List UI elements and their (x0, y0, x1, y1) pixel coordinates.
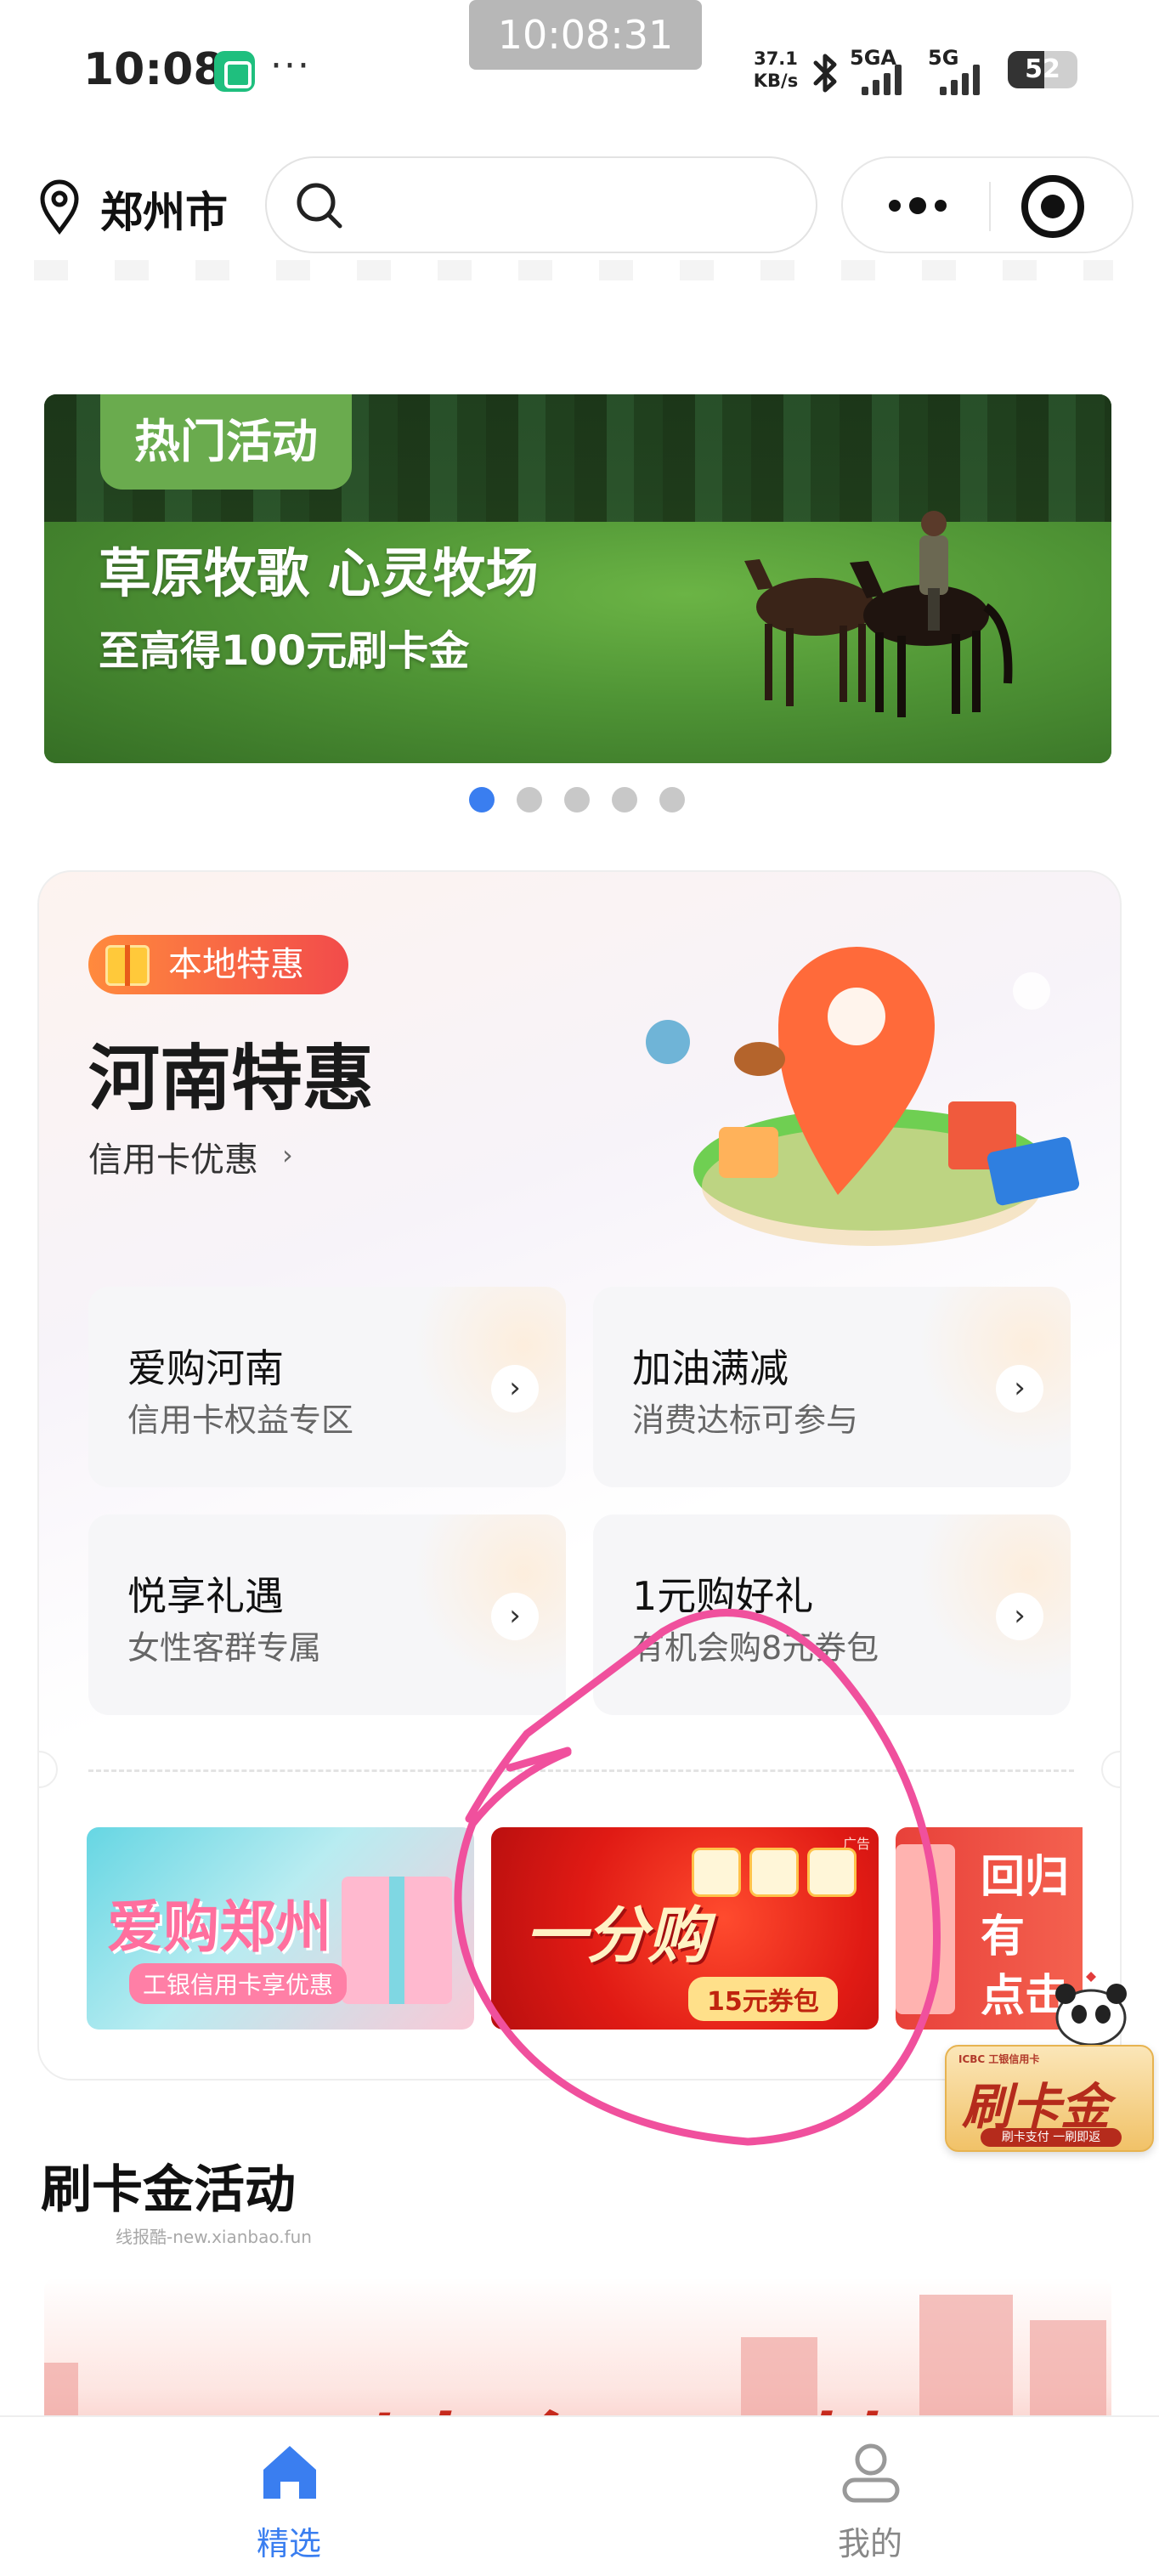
horse-rider-image (744, 511, 1013, 717)
floating-card-subtitle: 刷卡支付 一刷即返 (981, 2128, 1122, 2147)
tab-profile[interactable]: 我的 (743, 2417, 998, 2576)
benefit-subtitle: 消费达标可参与 (632, 1401, 859, 1439)
card-cashback-floating-button[interactable]: ICBC 工银信用卡 刷卡金 刷卡支付 一刷即返 (945, 2045, 1154, 2152)
pagination-dot[interactable] (564, 787, 590, 812)
henan-promo-card: 本地特惠 河南特惠 信用卡优惠 › 爱购河南 信用卡权益专区 › 加油满减 消费… (37, 870, 1122, 2081)
network-speed: 37.1 KB/s (748, 48, 804, 92)
banner-title: 草原牧歌 心灵牧场 (99, 542, 539, 604)
promo-ai-gou-zhengzhou[interactable]: 爱购郑州 工银信用卡享优惠 (87, 1827, 474, 2030)
local-deals-label: 本地特惠 (168, 945, 304, 984)
chevron-right-icon: › (491, 1365, 539, 1413)
network-speed-unit: KB/s (753, 71, 799, 91)
chevron-right-icon: › (996, 1593, 1043, 1640)
home-icon (263, 2446, 316, 2499)
scrolled-content-edge (34, 260, 1113, 280)
close-miniprogram-button[interactable] (1021, 175, 1084, 238)
clock-overlay: 10:08:31 (469, 0, 702, 70)
pagination-dot[interactable] (469, 787, 495, 812)
watermark: 线报酷-new.xianbao.fun (116, 2227, 312, 2247)
henan-title: 河南特惠 (88, 1037, 375, 1120)
tab-label: 精选 (256, 2525, 321, 2562)
benefit-fuel-discount[interactable]: 加油满减 消费达标可参与 › (593, 1287, 1071, 1487)
search-icon (297, 183, 342, 229)
benefit-title: 悦享礼遇 (127, 1573, 284, 1619)
chevron-right-icon: › (282, 1139, 293, 1171)
benefit-subtitle: 女性客群专属 (127, 1629, 322, 1667)
benefit-title: 加油满减 (632, 1345, 789, 1391)
hero-banner[interactable]: 热门活动 草原牧歌 心灵牧场 至高得100元刷卡金 (44, 394, 1111, 763)
app-notification-icon (214, 51, 255, 92)
benefit-subtitle: 有机会购8元券包 (632, 1629, 879, 1667)
miniprogram-capsule (841, 156, 1134, 253)
benefit-title: 爱购河南 (127, 1345, 284, 1391)
app-logos-image (692, 1848, 857, 1897)
pagination-dot[interactable] (612, 787, 637, 812)
signal-sim2-icon: 5G (928, 46, 996, 95)
map-pin-illustration (646, 947, 1080, 1246)
credit-card-offers-link[interactable]: 信用卡优惠 (88, 1132, 258, 1181)
status-time: 10:08 (83, 44, 224, 95)
panda-mascot-icon (1055, 1972, 1127, 2047)
more-options-button[interactable] (867, 170, 969, 241)
location-pin-icon[interactable] (34, 177, 85, 236)
bluetooth-icon (813, 54, 837, 93)
signal-sim1-icon: 5GA (850, 46, 926, 95)
promo-coupon: 15元券包 (688, 1977, 838, 2021)
benefit-women-gift[interactable]: 悦享礼遇 女性客群专属 › (88, 1514, 566, 1715)
status-more-icon: ··· (270, 44, 311, 88)
status-bar: 10:08 ··· 10:08:31 37.1 KB/s 5GA 5G 52 (0, 0, 1159, 144)
battery-level: 52 (1025, 54, 1060, 84)
local-deals-tag: 本地特惠 (88, 935, 348, 994)
red-packet-image (896, 1844, 955, 2014)
tab-featured[interactable]: 精选 (161, 2417, 416, 2576)
section-title: 刷卡金活动 (41, 2160, 296, 2220)
benefit-ai-gou-henan[interactable]: 爱购河南 信用卡权益专区 › (88, 1287, 566, 1487)
hot-activity-tag: 热门活动 (100, 394, 352, 490)
banner-subtitle: 至高得100元刷卡金 (99, 627, 470, 675)
battery-icon: 52 (1008, 51, 1077, 88)
promo-subtitle: 工银信用卡享优惠 (129, 1963, 348, 2004)
card-notch (1101, 1751, 1120, 1788)
pagination-dot[interactable] (517, 787, 542, 812)
dashed-divider (88, 1769, 1074, 1772)
tab-label: 我的 (837, 2525, 902, 2562)
search-input[interactable] (265, 156, 817, 253)
benefit-subtitle: 信用卡权益专区 (127, 1401, 354, 1439)
promo-title: 爱购郑州 (107, 1894, 331, 1960)
icbc-brand: ICBC 工银信用卡 (958, 2053, 1040, 2065)
gift-box-image (342, 1877, 452, 2004)
card-notch (39, 1751, 58, 1788)
top-header: 郑州市 (0, 150, 1159, 260)
promo-one-cent-purchase[interactable]: 广告 一分购 15元券包 (491, 1827, 879, 2030)
user-icon (842, 2443, 900, 2503)
chevron-right-icon: › (491, 1593, 539, 1640)
bottom-tab-bar: 精选 我的 (0, 2415, 1159, 2576)
city-selector[interactable]: 郑州市 (100, 178, 228, 240)
benefit-one-yuan-gift[interactable]: 1元购好礼 有机会购8元券包 › (593, 1514, 1071, 1715)
gift-icon (105, 945, 150, 986)
network-speed-value: 37.1 (754, 48, 798, 69)
chevron-right-icon: › (996, 1365, 1043, 1413)
banner-pagination[interactable] (469, 787, 685, 812)
benefit-title: 1元购好礼 (632, 1573, 814, 1619)
pagination-dot[interactable] (659, 787, 685, 812)
promo-title: 一分购 (525, 1899, 710, 1971)
